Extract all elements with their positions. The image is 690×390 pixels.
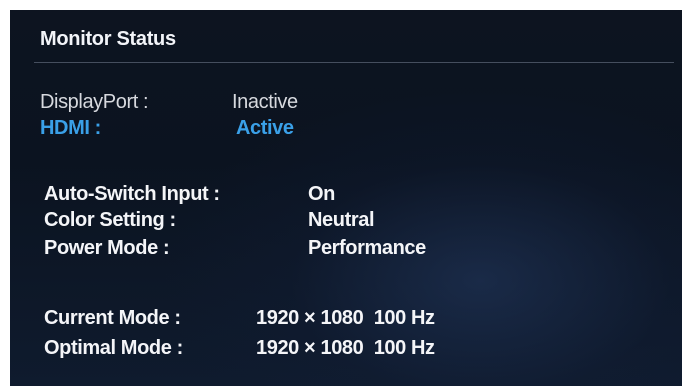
input-value-displayport: Inactive <box>232 91 298 113</box>
input-value-hdmi: Active <box>236 117 294 139</box>
panel-title: Monitor Status <box>40 28 176 50</box>
setting-label-color: Color Setting : <box>44 209 176 231</box>
setting-value-color: Neutral <box>308 209 375 231</box>
setting-value-power-mode: Performance <box>308 237 426 259</box>
title-divider <box>34 62 674 63</box>
mode-value-optimal: 1920 × 1080 100 Hz <box>256 337 435 359</box>
input-label-hdmi: HDMI : <box>40 117 101 139</box>
setting-label-power-mode: Power Mode : <box>44 237 170 259</box>
screen-frame: Monitor Status DisplayPort : Inactive HD… <box>0 0 690 390</box>
monitor-status-panel: Monitor Status DisplayPort : Inactive HD… <box>10 10 682 386</box>
setting-label-auto-switch: Auto-Switch Input : <box>44 183 220 205</box>
mode-value-current: 1920 × 1080 100 Hz <box>256 307 435 329</box>
mode-label-optimal: Optimal Mode : <box>44 337 183 359</box>
mode-label-current: Current Mode : <box>44 307 181 329</box>
setting-value-auto-switch: On <box>308 183 335 205</box>
input-label-displayport: DisplayPort : <box>40 91 149 113</box>
